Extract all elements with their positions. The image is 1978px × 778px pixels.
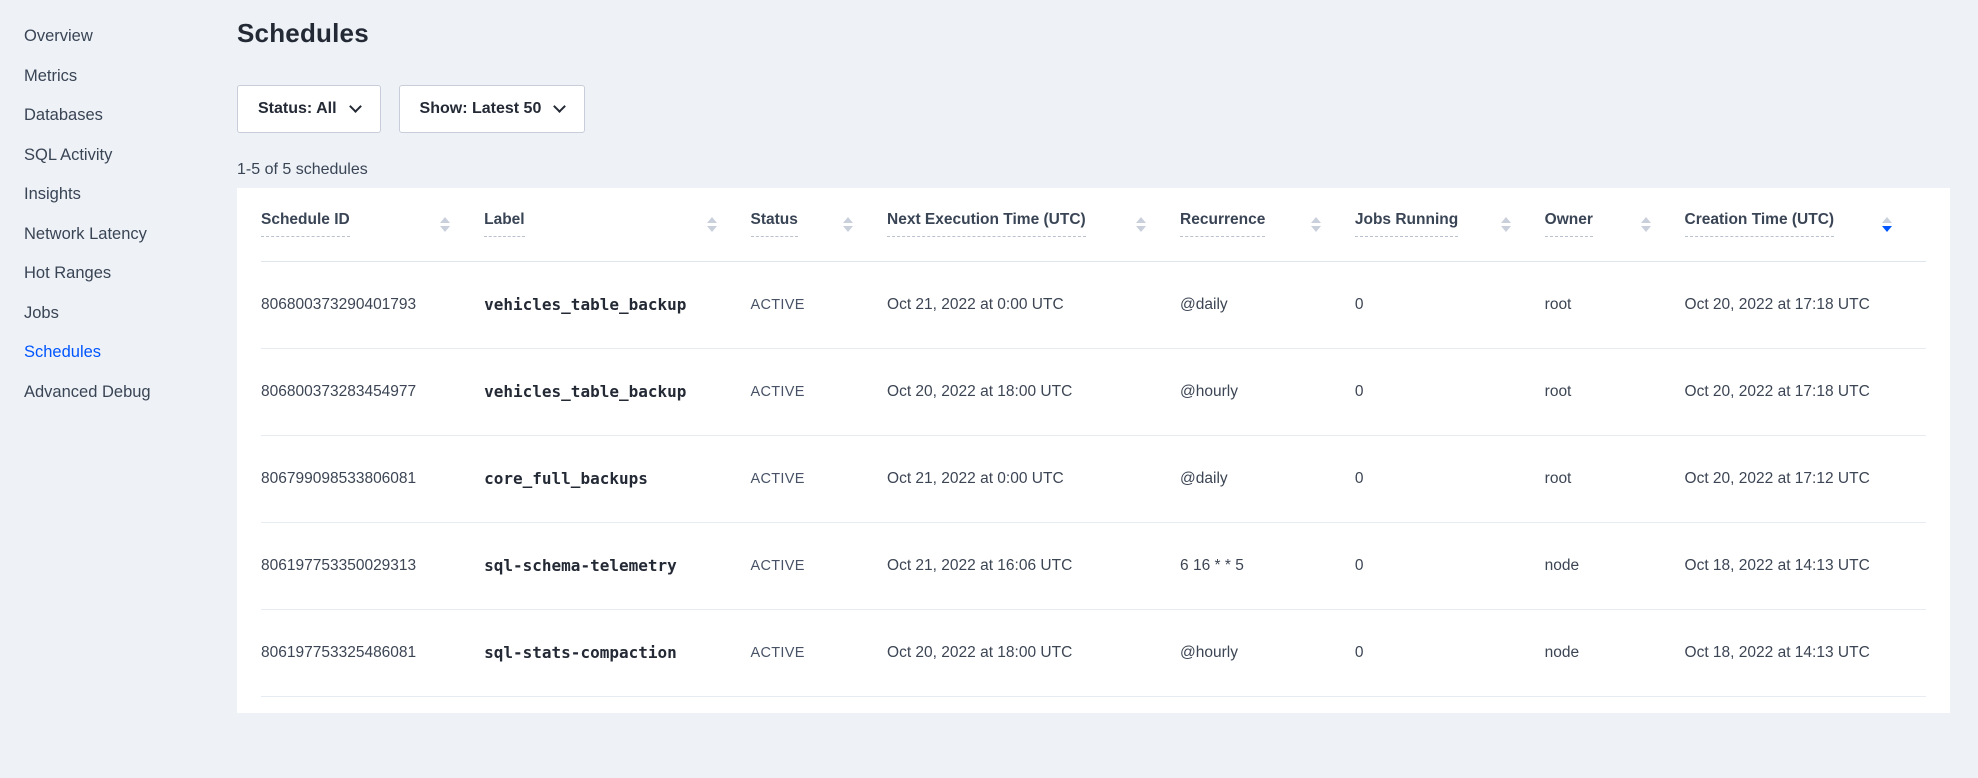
column-header-label[interactable]: Label [484, 188, 750, 261]
table-row: 806197753350029313 sql-schema-telemetry … [261, 522, 1926, 609]
page-title: Schedules [237, 18, 1950, 49]
owner-cell: node [1545, 522, 1685, 609]
recurrence-cell: 6 16 * * 5 [1180, 522, 1355, 609]
next-execution-cell: Oct 20, 2022 at 18:00 UTC [887, 348, 1180, 435]
creation-time-cell: Oct 20, 2022 at 17:12 UTC [1685, 435, 1926, 522]
column-header-jobs-running[interactable]: Jobs Running [1355, 188, 1545, 261]
schedules-table-card: Schedule ID Label Status Next Execution … [237, 188, 1950, 713]
column-header-label: Recurrence [1180, 211, 1265, 237]
creation-time-cell: Oct 20, 2022 at 17:18 UTC [1685, 261, 1926, 348]
schedule-id-cell: 806197753325486081 [261, 609, 484, 696]
schedule-label-cell: sql-schema-telemetry [484, 522, 750, 609]
next-execution-cell: Oct 20, 2022 at 18:00 UTC [887, 609, 1180, 696]
sidebar-item-databases[interactable]: Databases [0, 96, 237, 136]
jobs-running-cell: 0 [1355, 261, 1545, 348]
next-execution-cell: Oct 21, 2022 at 0:00 UTC [887, 261, 1180, 348]
status-cell: ACTIVE [751, 348, 888, 435]
column-header-schedule-id[interactable]: Schedule ID [261, 188, 484, 261]
recurrence-cell: @daily [1180, 435, 1355, 522]
sidebar-item-insights[interactable]: Insights [0, 175, 237, 215]
schedule-label-cell: vehicles_table_backup [484, 261, 750, 348]
sidebar-item-metrics[interactable]: Metrics [0, 57, 237, 97]
sort-icon[interactable] [707, 217, 717, 232]
table-header-row: Schedule ID Label Status Next Execution … [261, 188, 1926, 261]
chevron-down-icon [553, 100, 566, 113]
schedule-id-cell: 806197753350029313 [261, 522, 484, 609]
sort-icon[interactable] [1311, 217, 1321, 232]
app-layout: Overview Metrics Databases SQL Activity … [0, 0, 1978, 778]
column-header-creation-time[interactable]: Creation Time (UTC) [1685, 188, 1926, 261]
creation-time-cell: Oct 20, 2022 at 17:18 UTC [1685, 348, 1926, 435]
column-header-label: Owner [1545, 211, 1593, 237]
schedule-id-cell: 806800373283454977 [261, 348, 484, 435]
column-header-recurrence[interactable]: Recurrence [1180, 188, 1355, 261]
schedule-label-cell: vehicles_table_backup [484, 348, 750, 435]
schedules-table: Schedule ID Label Status Next Execution … [261, 188, 1926, 697]
sidebar-item-network-latency[interactable]: Network Latency [0, 215, 237, 255]
column-header-label: Schedule ID [261, 211, 350, 237]
sidebar-nav-list: Overview Metrics Databases SQL Activity … [0, 17, 237, 412]
next-execution-cell: Oct 21, 2022 at 0:00 UTC [887, 435, 1180, 522]
status-cell: ACTIVE [751, 609, 888, 696]
recurrence-cell: @hourly [1180, 609, 1355, 696]
sidebar-item-schedules[interactable]: Schedules [0, 333, 237, 373]
filter-bar: Status: All Show: Latest 50 [237, 85, 1950, 133]
sort-icon[interactable] [1501, 217, 1511, 232]
owner-cell: root [1545, 261, 1685, 348]
schedule-id-cell: 806799098533806081 [261, 435, 484, 522]
status-filter-dropdown[interactable]: Status: All [237, 85, 381, 133]
status-cell: ACTIVE [751, 261, 888, 348]
recurrence-cell: @hourly [1180, 348, 1355, 435]
sidebar-item-jobs[interactable]: Jobs [0, 294, 237, 334]
column-header-label: Jobs Running [1355, 211, 1458, 237]
jobs-running-cell: 0 [1355, 522, 1545, 609]
show-filter-dropdown[interactable]: Show: Latest 50 [399, 85, 586, 133]
sidebar-item-overview[interactable]: Overview [0, 17, 237, 57]
sidebar: Overview Metrics Databases SQL Activity … [0, 0, 237, 778]
results-count: 1-5 of 5 schedules [237, 161, 1950, 179]
schedule-label-cell: core_full_backups [484, 435, 750, 522]
column-header-label: Next Execution Time (UTC) [887, 211, 1086, 237]
creation-time-cell: Oct 18, 2022 at 14:13 UTC [1685, 522, 1926, 609]
schedule-id-cell: 806800373290401793 [261, 261, 484, 348]
jobs-running-cell: 0 [1355, 348, 1545, 435]
recurrence-cell: @daily [1180, 261, 1355, 348]
column-header-label: Creation Time (UTC) [1685, 211, 1835, 237]
sort-icon[interactable] [1136, 217, 1146, 232]
jobs-running-cell: 0 [1355, 435, 1545, 522]
chevron-down-icon [349, 100, 362, 113]
column-header-label: Status [751, 211, 798, 237]
status-cell: ACTIVE [751, 522, 888, 609]
jobs-running-cell: 0 [1355, 609, 1545, 696]
sidebar-item-sql-activity[interactable]: SQL Activity [0, 136, 237, 176]
status-filter-label: Status: All [258, 100, 337, 118]
column-header-status[interactable]: Status [751, 188, 888, 261]
column-header-next-execution[interactable]: Next Execution Time (UTC) [887, 188, 1180, 261]
creation-time-cell: Oct 18, 2022 at 14:13 UTC [1685, 609, 1926, 696]
sort-desc-icon[interactable] [1882, 217, 1892, 232]
main-content: Schedules Status: All Show: Latest 50 1-… [237, 0, 1978, 778]
column-header-label: Label [484, 211, 524, 237]
table-row: 806799098533806081 core_full_backups ACT… [261, 435, 1926, 522]
table-row: 806800373283454977 vehicles_table_backup… [261, 348, 1926, 435]
show-filter-label: Show: Latest 50 [420, 100, 542, 118]
table-row: 806800373290401793 vehicles_table_backup… [261, 261, 1926, 348]
owner-cell: root [1545, 435, 1685, 522]
column-header-owner[interactable]: Owner [1545, 188, 1685, 261]
next-execution-cell: Oct 21, 2022 at 16:06 UTC [887, 522, 1180, 609]
owner-cell: node [1545, 609, 1685, 696]
owner-cell: root [1545, 348, 1685, 435]
sidebar-item-hot-ranges[interactable]: Hot Ranges [0, 254, 237, 294]
sort-icon[interactable] [843, 217, 853, 232]
schedule-label-cell: sql-stats-compaction [484, 609, 750, 696]
status-cell: ACTIVE [751, 435, 888, 522]
table-row: 806197753325486081 sql-stats-compaction … [261, 609, 1926, 696]
sort-icon[interactable] [440, 217, 450, 232]
sort-icon[interactable] [1641, 217, 1651, 232]
sidebar-item-advanced-debug[interactable]: Advanced Debug [0, 373, 237, 413]
